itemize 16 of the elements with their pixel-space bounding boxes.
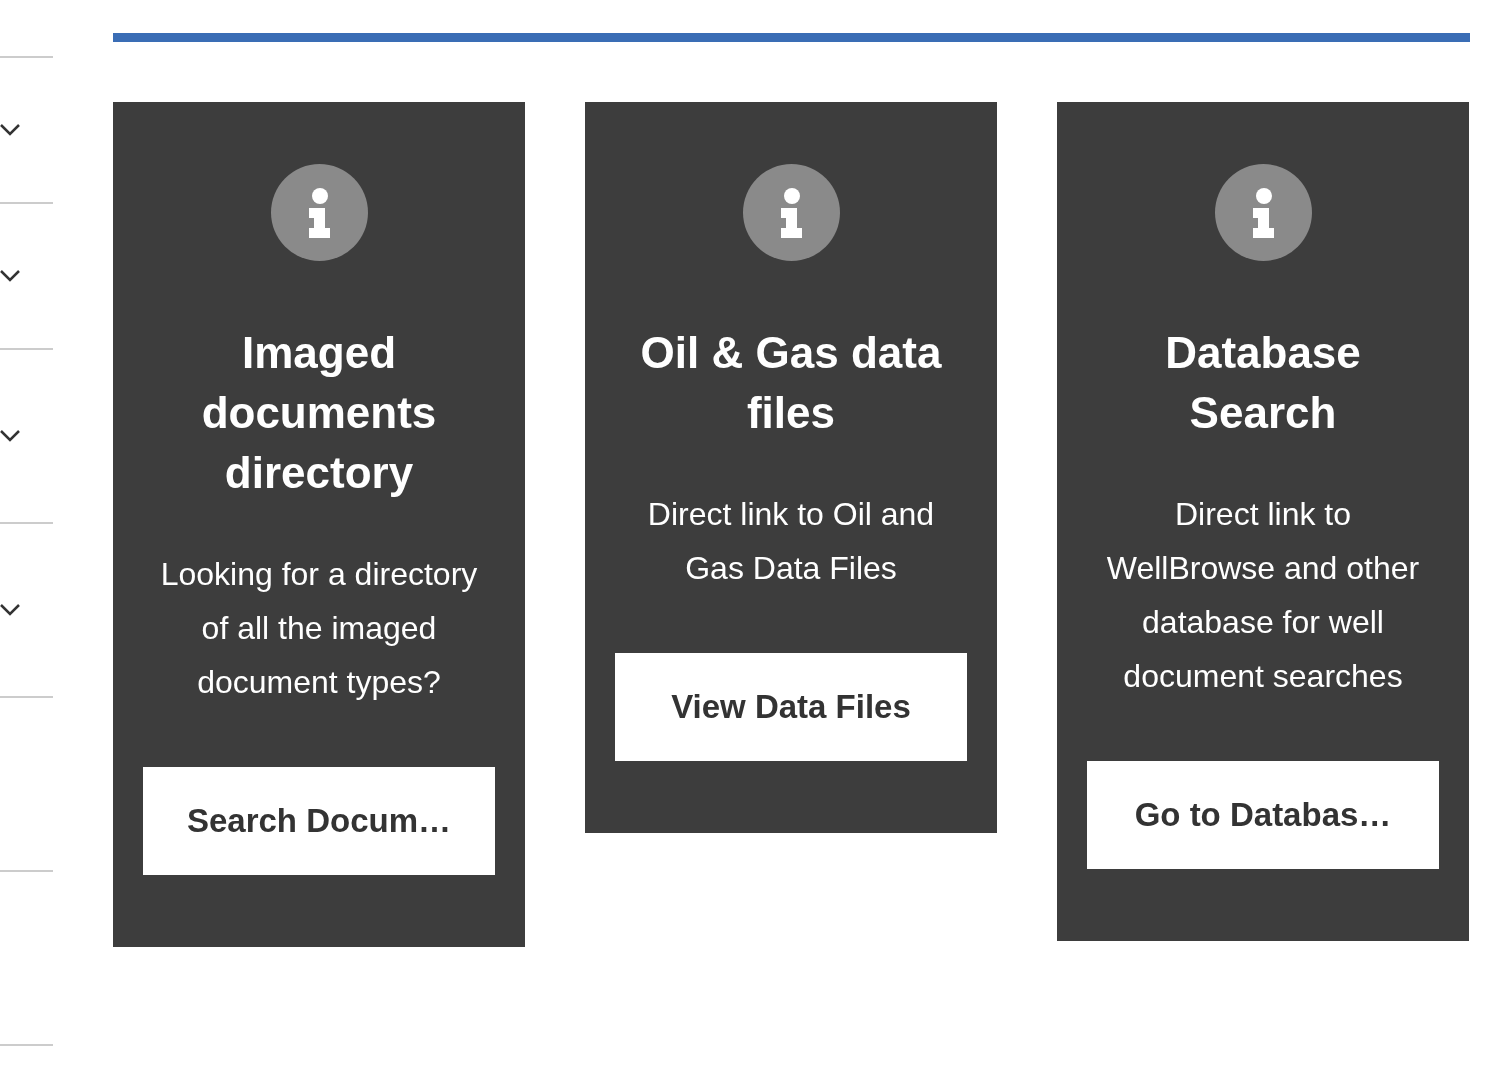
card-title: Imaged documents directory [200, 327, 438, 499]
card-description: Looking for a directory of all the imaged document types? [159, 555, 479, 702]
card-title: Database Search [1164, 327, 1362, 439]
card-description: Direct link to Oil and Gas Data Files [646, 495, 936, 588]
info-icon [1214, 164, 1312, 261]
card-button[interactable]: Go to Databas… [1087, 761, 1439, 869]
card-description: Direct link to WellBrowse and other database for well document searches [1105, 495, 1421, 696]
info-icon [742, 164, 840, 261]
card-title: Oil & Gas data files [639, 327, 943, 439]
chevron-icon[interactable] [0, 430, 20, 442]
chevron-icon[interactable] [0, 124, 20, 136]
info-icon [270, 164, 368, 261]
card-button[interactable]: View Data Files [615, 653, 967, 761]
chevron-icon[interactable] [0, 270, 20, 282]
card-button[interactable]: Search Docum… [143, 767, 495, 875]
chevron-icon[interactable] [0, 604, 20, 616]
